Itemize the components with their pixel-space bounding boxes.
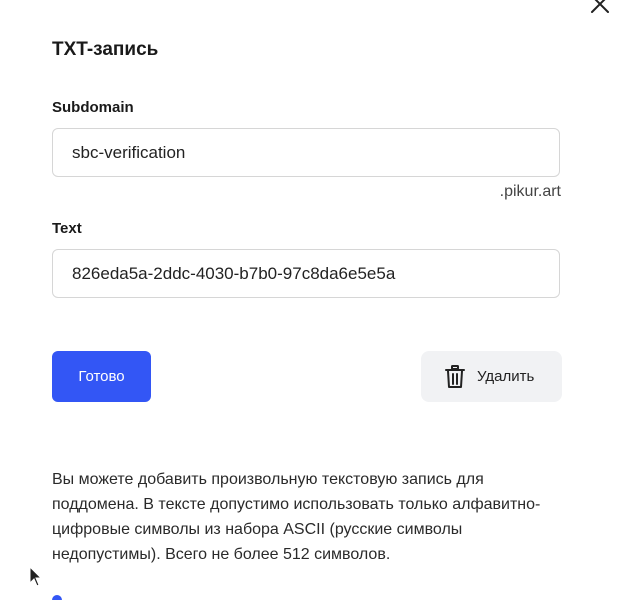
close-icon [589,0,611,15]
dialog-title: TXT-запись [52,39,159,60]
domain-suffix: .pikur.art [499,183,561,200]
info-text: Вы можете добавить произвольную текстову… [52,471,541,563]
text-label: Text [52,220,82,237]
subdomain-label: Subdomain [52,99,134,116]
link-bullet-icon [52,595,62,600]
txt-record-dialog: TXT-запись Subdomain .pikur.art Text Гот… [0,0,625,600]
trash-icon [445,364,465,389]
close-button[interactable] [589,0,611,15]
subdomain-input[interactable] [52,128,560,177]
delete-button[interactable]: Удалить [421,351,562,402]
done-button[interactable]: Готово [52,351,151,402]
mouse-cursor-icon [29,566,43,588]
text-input[interactable] [52,249,560,298]
delete-button-label: Удалить [477,368,535,385]
